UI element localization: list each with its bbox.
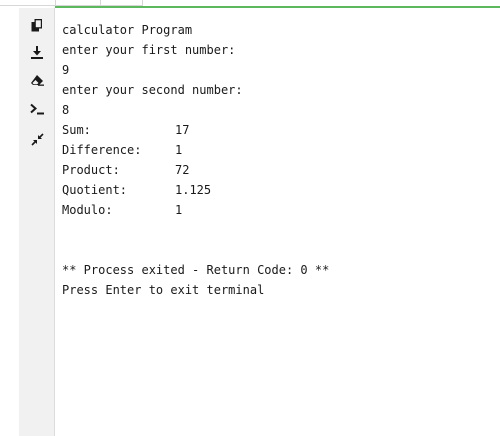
result-row-quotient: Quotient: 1.125 — [62, 180, 492, 200]
exit-message: ** Process exited - Return Code: 0 ** — [62, 263, 330, 277]
second-number-prompt: enter your second number: — [62, 83, 243, 97]
result-label: Product: — [62, 163, 120, 177]
result-value: 1 — [175, 203, 183, 217]
terminal-output[interactable]: calculator Program enter your first numb… — [62, 20, 492, 300]
result-row-difference: Difference: 1 — [62, 140, 492, 160]
result-row-sum: Sum: 17 — [62, 120, 492, 140]
result-value: 1 — [175, 143, 183, 157]
result-value: 1.125 — [175, 183, 212, 197]
result-row-product: Product: 72 — [62, 160, 492, 180]
first-number-input: 9 — [62, 63, 70, 77]
output-panel: calculator Program enter your first numb… — [0, 0, 500, 436]
tab-stub[interactable] — [0, 0, 56, 6]
result-label: Modulo: — [62, 203, 113, 217]
accent-line — [55, 6, 500, 8]
download-icon[interactable] — [28, 43, 46, 61]
output-toolbar — [19, 8, 55, 436]
minimize-icon[interactable] — [28, 130, 46, 148]
result-label: Difference: — [62, 143, 142, 157]
first-number-prompt: enter your first number: — [62, 43, 236, 57]
exit-hint: Press Enter to exit terminal — [62, 283, 265, 297]
copy-icon[interactable] — [28, 16, 46, 34]
terminal-icon[interactable] — [28, 100, 46, 118]
result-row-modulo: Modulo: 1 — [62, 200, 492, 220]
result-value: 17 — [175, 123, 190, 137]
second-number-input: 8 — [62, 103, 70, 117]
result-value: 72 — [175, 163, 190, 177]
program-title: calculator Program — [62, 23, 193, 37]
result-label: Quotient: — [62, 183, 128, 197]
result-label: Sum: — [62, 123, 91, 137]
eraser-icon[interactable] — [28, 71, 46, 89]
